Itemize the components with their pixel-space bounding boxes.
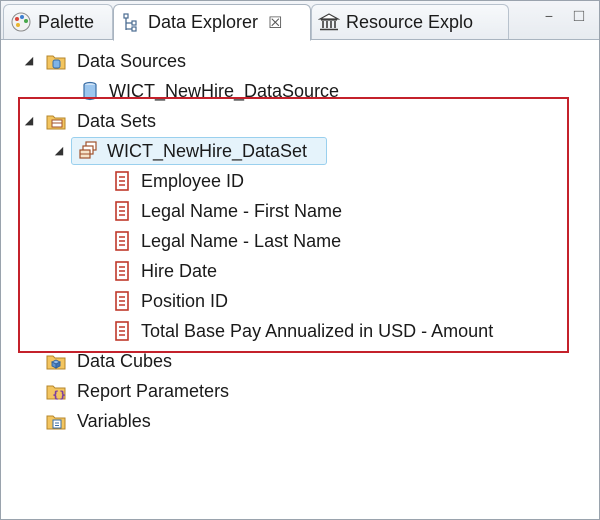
- expand-arrow-icon[interactable]: ◢: [23, 55, 35, 67]
- column-field-icon: [115, 321, 129, 341]
- tree-node-data-sets[interactable]: ◢ Data Sets: [1, 106, 591, 136]
- tree-node-field[interactable]: Employee ID: [1, 166, 591, 196]
- tab-palette-label: Palette: [38, 11, 95, 32]
- tab-resource-explorer[interactable]: Resource Explo: [311, 4, 509, 39]
- tree-node-field[interactable]: Legal Name - Last Name: [1, 226, 591, 256]
- report-parameters-folder-icon: {}: [46, 385, 66, 401]
- column-field-icon: [115, 201, 129, 221]
- data-cubes-folder-icon: [46, 355, 66, 370]
- tree-node-field[interactable]: Legal Name - First Name: [1, 196, 591, 226]
- maximize-view-button[interactable]: □: [571, 7, 587, 24]
- data-explorer-icon: [123, 12, 137, 32]
- tree-node-label: WICT_NewHire_DataSource: [109, 81, 340, 101]
- palette-icon: [11, 12, 31, 32]
- tree-node-label: Position ID: [141, 291, 229, 311]
- tree-node-variables[interactable]: Variables: [1, 406, 591, 436]
- expand-arrow-icon[interactable]: ◢: [23, 115, 35, 127]
- tree-node-field[interactable]: Total Base Pay Annualized in USD - Amoun…: [1, 316, 591, 346]
- data-explorer-tree: ◢ Data Sources WICT_NewHire_DataSource ◢: [1, 40, 599, 519]
- tree-node-field[interactable]: Position ID: [1, 286, 591, 316]
- close-tab-icon[interactable]: ☒: [268, 13, 282, 33]
- tree-node-label: Variables: [77, 411, 151, 431]
- tree-node-field[interactable]: Hire Date: [1, 256, 591, 286]
- tree-node-label: Report Parameters: [77, 381, 230, 401]
- dataset-icon: [79, 141, 97, 159]
- tree-node-label: Legal Name - First Name: [141, 201, 343, 221]
- tree-node-data-cubes[interactable]: Data Cubes: [1, 346, 591, 376]
- tree-node-label: Legal Name - Last Name: [141, 231, 342, 251]
- tree-node-label: Data Sources: [77, 51, 187, 71]
- svg-text:{}: {}: [52, 390, 66, 401]
- data-sources-folder-icon: [46, 55, 66, 70]
- column-field-icon: [115, 231, 129, 251]
- view-tab-bar: Palette Data Explorer ☒ Resource Explo −…: [1, 1, 599, 41]
- tree-node-label: Total Base Pay Annualized in USD - Amoun…: [141, 321, 494, 341]
- tree-node-data-sources[interactable]: ◢ Data Sources: [1, 46, 591, 76]
- variables-folder-icon: [46, 415, 66, 430]
- column-field-icon: [115, 291, 129, 311]
- tree-node-label: Employee ID: [141, 171, 245, 191]
- resource-explorer-icon: [318, 13, 340, 31]
- tree-node-label: Data Cubes: [77, 351, 173, 371]
- tab-data-explorer[interactable]: Data Explorer ☒: [113, 4, 311, 41]
- column-field-icon: [115, 171, 129, 191]
- tab-resource-explorer-label: Resource Explo: [346, 11, 474, 32]
- tree-node-label: WICT_NewHire_DataSet: [107, 141, 308, 161]
- tree-node-label: Hire Date: [141, 261, 218, 281]
- database-icon: [83, 81, 97, 101]
- tree-node-data-source[interactable]: WICT_NewHire_DataSource: [1, 76, 591, 106]
- expand-arrow-icon[interactable]: ◢: [53, 145, 65, 157]
- tab-palette[interactable]: Palette: [3, 4, 113, 39]
- data-explorer-view: Palette Data Explorer ☒ Resource Explo −…: [0, 0, 600, 520]
- tab-data-explorer-label: Data Explorer: [148, 12, 259, 32]
- tree-node-report-parameters[interactable]: {} Report Parameters: [1, 376, 591, 406]
- data-sets-folder-icon: [46, 115, 66, 130]
- column-field-icon: [115, 261, 129, 281]
- tree-node-label: Data Sets: [77, 111, 157, 131]
- tree-node-dataset[interactable]: ◢ WICT_NewHire_DataSet: [1, 136, 591, 166]
- minimize-view-button[interactable]: −: [541, 9, 557, 23]
